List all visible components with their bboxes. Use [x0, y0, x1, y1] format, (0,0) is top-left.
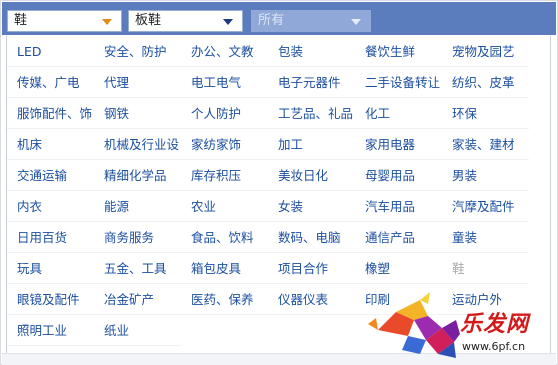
category-item[interactable]: 男装	[442, 160, 529, 191]
category-item[interactable]: 鞋	[442, 253, 529, 284]
secondary-category-value: 板鞋	[135, 13, 162, 28]
category-item[interactable]: 化工	[355, 98, 442, 129]
category-item[interactable]: 数码、电脑	[268, 222, 355, 253]
category-item[interactable]: 美妆日化	[268, 160, 355, 191]
category-item[interactable]: 包装	[268, 36, 355, 67]
category-item[interactable]: 安全、防护	[94, 36, 181, 67]
category-item[interactable]: 精细化学品	[94, 160, 181, 191]
primary-category-select[interactable]: 鞋	[7, 10, 122, 32]
category-item[interactable]: 商务服务	[94, 222, 181, 253]
category-item[interactable]: 钢铁	[94, 98, 181, 129]
watermark-brand: 乐发网	[460, 311, 530, 337]
category-item[interactable]: 电工电气	[181, 67, 268, 98]
category-item[interactable]: 通信产品	[355, 222, 442, 253]
filter-bar: 鞋 板鞋 所有	[2, 2, 556, 35]
category-item[interactable]: 女装	[268, 191, 355, 222]
category-item[interactable]: 童装	[442, 222, 529, 253]
category-item[interactable]: 家纺家饰	[181, 129, 268, 160]
secondary-category-select[interactable]: 板鞋	[128, 10, 243, 32]
category-item[interactable]: 工艺品、礼品	[268, 98, 355, 129]
category-item[interactable]: 办公、文教	[181, 36, 268, 67]
category-item[interactable]: 纸业	[94, 315, 181, 346]
category-item[interactable]: 交通运输	[7, 160, 94, 191]
third-category-select[interactable]: 所有	[251, 10, 371, 32]
category-item[interactable]: 眼镜及配件	[7, 284, 94, 315]
category-item[interactable]: 母婴用品	[355, 160, 442, 191]
category-item[interactable]: 机械及行业设	[94, 129, 181, 160]
category-item[interactable]: 家装、建材	[442, 129, 529, 160]
dropdown-caret-icon	[102, 19, 112, 25]
primary-category-value: 鞋	[14, 13, 28, 28]
category-item[interactable]: 代理	[94, 67, 181, 98]
category-item[interactable]: 内衣	[7, 191, 94, 222]
category-item[interactable]: 食品、饮料	[181, 222, 268, 253]
category-item[interactable]: 纺织、皮革	[442, 67, 529, 98]
category-item[interactable]: 农业	[181, 191, 268, 222]
category-item[interactable]: 环保	[442, 98, 529, 129]
category-item[interactable]: 能源	[94, 191, 181, 222]
category-item[interactable]: 仪器仪表	[268, 284, 355, 315]
category-item[interactable]: 服饰配件、饰	[7, 98, 94, 129]
category-item[interactable]: 玩具	[7, 253, 94, 284]
category-item[interactable]: 加工	[268, 129, 355, 160]
category-item[interactable]: 日用百货	[7, 222, 94, 253]
category-item[interactable]: 医药、保养	[181, 284, 268, 315]
category-item[interactable]: 库存积压	[181, 160, 268, 191]
category-item[interactable]: 汽摩及配件	[442, 191, 529, 222]
category-item[interactable]: 家用电器	[355, 129, 442, 160]
category-item[interactable]: 冶金矿产	[94, 284, 181, 315]
category-item[interactable]: 电子元器件	[268, 67, 355, 98]
category-item[interactable]: 橡塑	[355, 253, 442, 284]
category-item[interactable]: 传媒、广电	[7, 67, 94, 98]
category-item[interactable]: 汽车用品	[355, 191, 442, 222]
third-category-value: 所有	[258, 13, 285, 28]
category-item[interactable]: 箱包皮具	[181, 253, 268, 284]
category-item[interactable]: LED	[7, 36, 94, 67]
watermark-url: www.6pf.cn	[462, 340, 526, 353]
category-item[interactable]: 项目合作	[268, 253, 355, 284]
category-item[interactable]: 宠物及园艺	[442, 36, 529, 67]
category-item[interactable]: 五金、工具	[94, 253, 181, 284]
category-item[interactable]: 机床	[7, 129, 94, 160]
category-item[interactable]: 餐饮生鲜	[355, 36, 442, 67]
category-item[interactable]: 照明工业	[7, 315, 94, 346]
category-item[interactable]: 二手设备转让	[355, 67, 442, 98]
category-item[interactable]: 个人防护	[181, 98, 268, 129]
dropdown-caret-icon	[223, 19, 233, 25]
dropdown-caret-icon	[351, 19, 361, 25]
